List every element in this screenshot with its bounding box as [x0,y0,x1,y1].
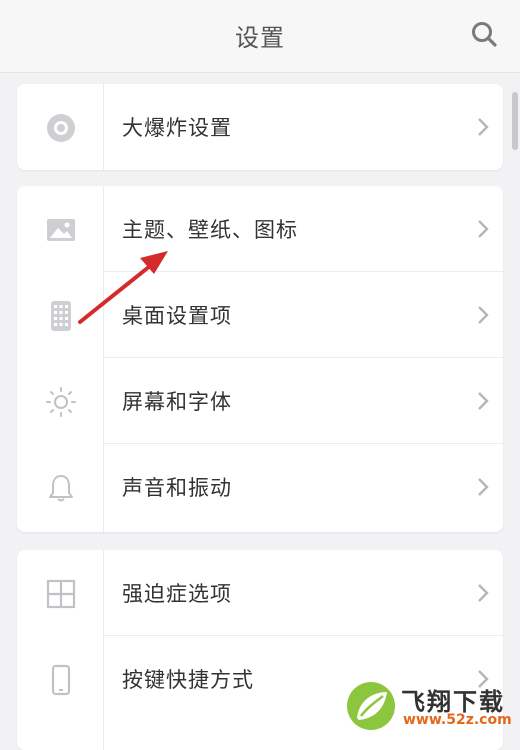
menu-item-label: 主题、壁纸、图标 [122,218,298,242]
window-grid-icon [46,579,76,609]
settings-group-1: 大爆炸设置 [17,84,503,170]
leaf-logo-icon [347,682,395,730]
chevron-right-icon [478,584,489,602]
menu-item-sound-vibration[interactable]: 声音和振动 [17,444,503,530]
search-icon[interactable] [470,20,498,48]
menu-item-big-bang[interactable]: 大爆炸设置 [17,84,503,170]
chevron-right-icon [478,392,489,410]
menu-item-theme-wallpaper-icon[interactable]: 主题、壁纸、图标 [17,186,503,272]
page-title: 设置 [235,24,285,52]
menu-item-label: 桌面设置项 [122,304,232,328]
settings-group-2: 主题、壁纸、图标 桌面设置项 屏幕和字体 声音和振动 [17,186,503,532]
menu-item-label: 大爆炸设置 [122,116,232,140]
menu-item-ocd-options[interactable]: 强迫症选项 [17,550,503,636]
watermark: 飞翔下载 www.52z.com [345,678,520,738]
menu-item-label: 强迫症选项 [122,582,232,606]
chevron-right-icon [478,220,489,238]
menu-item-label: 屏幕和字体 [122,390,232,414]
phone-icon [51,664,71,696]
app-header: 设置 [0,0,520,73]
chevron-right-icon [478,118,489,136]
grid-phone-icon [51,301,71,331]
bell-icon [49,475,73,502]
menu-item-label: 声音和振动 [122,476,232,500]
chevron-right-icon [478,306,489,324]
menu-item-label: 按键快捷方式 [122,668,254,692]
sun-icon [46,387,76,417]
menu-item-desktop-settings[interactable]: 桌面设置项 [17,272,503,358]
chevron-right-icon [478,478,489,496]
gear-dot-icon [47,114,75,142]
image-icon [47,219,75,241]
watermark-url: www.52z.com [403,712,512,728]
menu-item-screen-font[interactable]: 屏幕和字体 [17,358,503,444]
scrollbar[interactable] [512,92,518,150]
